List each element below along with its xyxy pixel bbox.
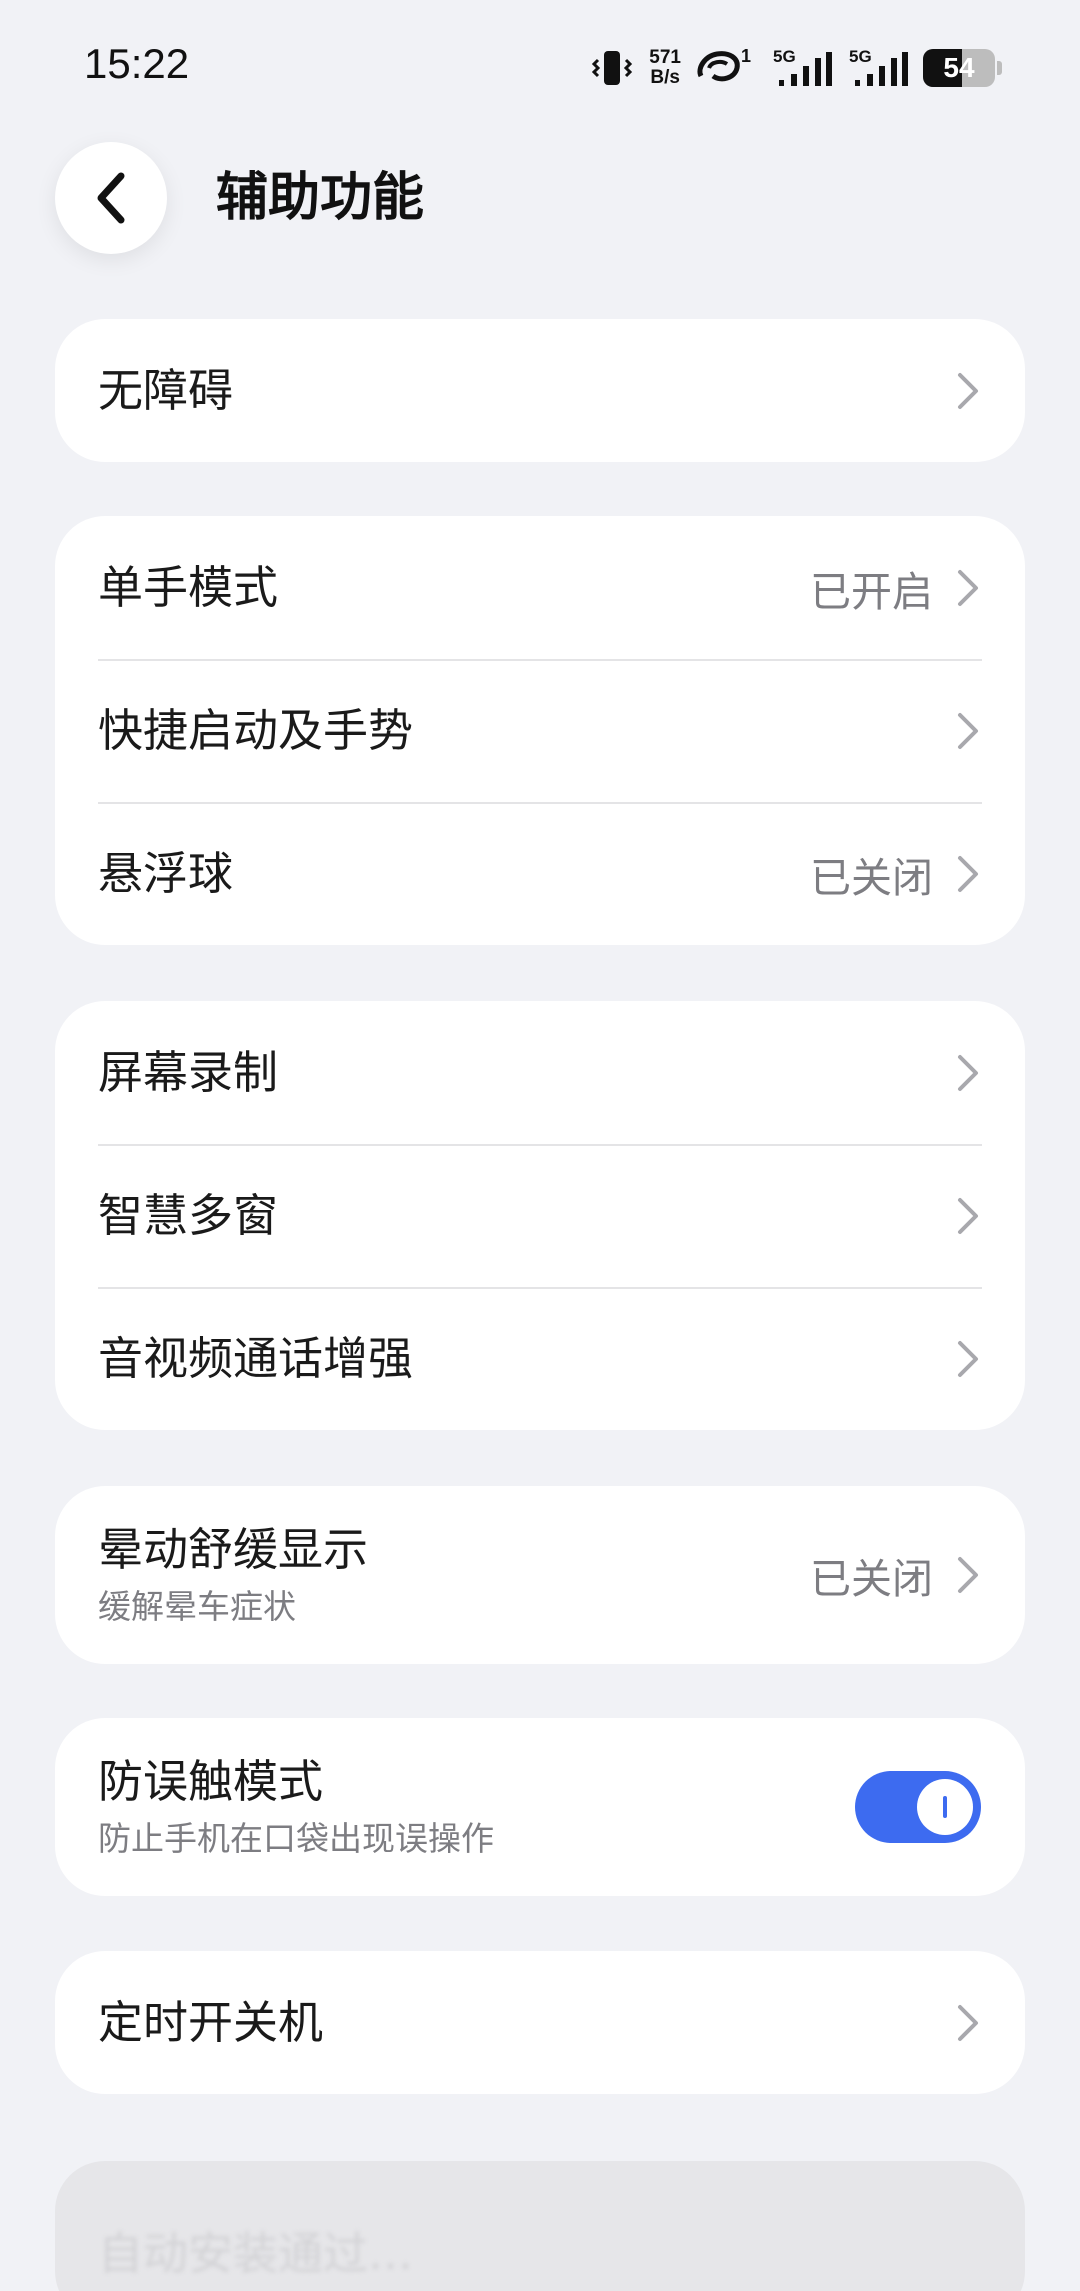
row-label: 防误触模式 <box>98 1755 324 1808</box>
row-label: 屏幕录制 <box>98 1045 279 1099</box>
chevron-left-icon <box>97 172 125 224</box>
chevron-right-icon <box>958 569 978 606</box>
row-quick-launch-gestures[interactable]: 快捷启动及手势 <box>55 659 1025 802</box>
row-label: 定时开关机 <box>98 1995 324 2049</box>
network-speed: 571 B/s <box>649 48 681 88</box>
row-text: 定时开关机 <box>98 1993 955 2053</box>
chevron-right-icon <box>958 1340 978 1377</box>
settings-group-1: 无障碍 <box>55 319 1025 462</box>
toggle-knob <box>917 1779 973 1835</box>
row-text: 无障碍 <box>98 361 955 421</box>
row-scheduled-power[interactable]: 定时开关机 <box>55 1951 1025 2094</box>
back-button[interactable] <box>55 142 167 254</box>
hd-call-icon: 1 <box>695 46 757 90</box>
status-icons: 571 B/s 1 5G 5G 54 <box>589 44 1002 92</box>
row-label: 晕动舒缓显示 <box>98 1523 369 1576</box>
row-text: 屏幕录制 <box>98 1043 955 1103</box>
signal-sim1-icon: 5G <box>771 46 833 90</box>
battery-tip <box>997 61 1002 75</box>
row-smart-multi-window[interactable]: 智慧多窗 <box>55 1144 1025 1287</box>
vibrate-icon <box>589 48 635 88</box>
sim1-network-type: 5G <box>773 47 796 66</box>
row-subtitle: 缓解晕车症状 <box>98 1587 296 1626</box>
row-label: 单手模式 <box>98 560 279 614</box>
row-label: 智慧多窗 <box>98 1188 279 1242</box>
settings-group-4: 晕动舒缓显示 缓解晕车症状 已关闭 <box>55 1486 1025 1664</box>
network-speed-unit: B/s <box>650 67 680 88</box>
battery-indicator: 54 <box>923 49 1002 87</box>
chevron-right-icon <box>958 372 978 409</box>
row-label: 音视频通话增强 <box>98 1331 414 1385</box>
row-label: 悬浮球 <box>98 846 234 900</box>
row-call-enhancement[interactable]: 音视频通话增强 <box>55 1287 1025 1430</box>
row-floating-ball[interactable]: 悬浮球 已关闭 <box>55 802 1025 945</box>
battery-icon: 54 <box>923 49 995 87</box>
row-label: 无障碍 <box>98 363 234 417</box>
row-text: 悬浮球 <box>98 844 810 904</box>
row-text: 智慧多窗 <box>98 1186 955 1246</box>
row-subtitle: 防止手机在口袋出现误操作 <box>98 1819 494 1858</box>
page-title: 辅助功能 <box>216 168 425 228</box>
row-text: 单手模式 <box>98 558 810 618</box>
chevron-right-icon <box>958 712 978 749</box>
hd-number: 1 <box>741 46 751 66</box>
toggle-on-indicator <box>943 1796 947 1818</box>
signal-sim2-icon: 5G <box>847 46 909 90</box>
row-text: 快捷启动及手势 <box>98 701 955 761</box>
status-value: 已关闭 <box>810 1555 933 1603</box>
status-bar: 15:22 571 B/s 1 5G 5G 54 <box>0 0 1080 130</box>
settings-group-5: 防误触模式 防止手机在口袋出现误操作 <box>55 1718 1025 1896</box>
chevron-right-icon <box>958 2004 978 2041</box>
anti-mistouch-toggle[interactable] <box>855 1771 981 1843</box>
sim2-network-type: 5G <box>849 47 872 66</box>
faded-row-label: 自动安装通过… <box>98 2227 414 2280</box>
chevron-right-icon <box>958 855 978 892</box>
battery-level: 54 <box>943 52 975 83</box>
settings-group-6: 定时开关机 <box>55 1951 1025 2094</box>
chevron-right-icon <box>958 1054 978 1091</box>
network-speed-value: 571 <box>649 47 681 68</box>
row-text: 晕动舒缓显示 缓解晕车症状 <box>98 1520 810 1630</box>
settings-group-3: 屏幕录制 智慧多窗 音视频通话增强 <box>55 1001 1025 1430</box>
row-anti-mistouch-mode: 防误触模式 防止手机在口袋出现误操作 <box>55 1718 1025 1896</box>
status-value: 已关闭 <box>810 853 933 902</box>
chevron-right-icon <box>958 1557 978 1593</box>
settings-group-7-disabled: 自动安装通过… <box>55 2161 1025 2291</box>
settings-group-2: 单手模式 已开启 快捷启动及手势 悬浮球 已关闭 <box>55 516 1025 945</box>
row-text: 防误触模式 防止手机在口袋出现误操作 <box>98 1752 855 1862</box>
row-screen-recording[interactable]: 屏幕录制 <box>55 1001 1025 1144</box>
row-one-hand-mode[interactable]: 单手模式 已开启 <box>55 516 1025 659</box>
row-motion-comfort-display[interactable]: 晕动舒缓显示 缓解晕车症状 已关闭 <box>55 1486 1025 1664</box>
row-text: 音视频通话增强 <box>98 1329 955 1389</box>
row-accessibility[interactable]: 无障碍 <box>55 319 1025 462</box>
status-time: 15:22 <box>84 40 190 87</box>
row-label: 快捷启动及手势 <box>98 703 414 757</box>
status-value: 已开启 <box>810 567 933 616</box>
chevron-right-icon <box>958 1197 978 1234</box>
